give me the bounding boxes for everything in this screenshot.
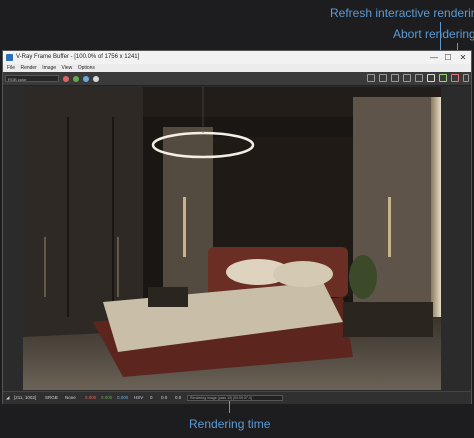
menu-bar: File Render Image View Options — [3, 64, 471, 72]
blue-channel-button[interactable] — [83, 76, 89, 82]
display-mode[interactable]: None — [65, 392, 76, 404]
menu-image[interactable]: Image — [42, 64, 56, 72]
vray-app-icon — [6, 54, 13, 61]
menu-render[interactable]: Render — [20, 64, 36, 72]
title-bar: V-Ray Frame Buffer - [100.0% of 1756 x 1… — [3, 51, 471, 64]
srgb-toggle[interactable]: SRGB — [45, 392, 58, 404]
menu-options[interactable]: Options — [78, 64, 95, 72]
close-button[interactable]: ✕ — [456, 51, 470, 64]
channel-select[interactable]: RGB color — [5, 75, 59, 82]
blue-value: 0.000 — [117, 395, 129, 400]
refresh-interactive-icon[interactable] — [439, 74, 447, 82]
vfb-window: V-Ray Frame Buffer - [100.0% of 1756 x 1… — [2, 50, 472, 404]
saturation-value: 0.0 — [161, 395, 168, 400]
mono-channel-button[interactable] — [93, 76, 99, 82]
compare-icon[interactable] — [403, 74, 411, 82]
pixel-coords: [211, 1002] — [14, 395, 37, 400]
toolbar: RGB color — [3, 72, 471, 86]
green-channel-button[interactable] — [73, 76, 79, 82]
hue-value: 0 — [150, 395, 153, 400]
render-time-leader-line — [229, 401, 230, 413]
green-value: 0.000 — [101, 395, 113, 400]
render-icon[interactable] — [427, 74, 435, 82]
render-time-callout: Rendering time — [189, 417, 271, 431]
pan-hand-icon[interactable] — [463, 74, 469, 82]
clear-image-icon[interactable] — [415, 74, 423, 82]
minimize-button[interactable]: — — [427, 51, 441, 64]
red-value: 0.000 — [85, 395, 97, 400]
cursor-icon: ◢ — [6, 395, 10, 400]
rendered-bedroom-image — [23, 87, 441, 390]
load-image-icon[interactable] — [379, 74, 387, 82]
render-progress-field: Rendering image (pass 10) [00:09:37.4] — [187, 395, 283, 401]
red-channel-button[interactable] — [63, 76, 69, 82]
window-title: V-Ray Frame Buffer - [100.0% of 1756 x 1… — [16, 54, 140, 60]
status-bar: ◢ [211, 1002] SRGB None 0.000 0.000 0.00… — [3, 391, 471, 404]
menu-file[interactable]: File — [7, 64, 15, 72]
refresh-callout: Refresh interactive rendering — [330, 6, 474, 20]
value-value: 0.0 — [175, 395, 182, 400]
color-model[interactable]: HSV — [134, 392, 143, 404]
maximize-button[interactable]: ☐ — [441, 51, 455, 64]
render-viewport[interactable] — [23, 87, 441, 390]
region-render-icon[interactable] — [391, 74, 399, 82]
abort-render-icon[interactable] — [451, 74, 459, 82]
render-time-text: Rendering image (pass 10) [00:09:37.4] — [190, 396, 252, 400]
save-image-icon[interactable] — [367, 74, 375, 82]
menu-view[interactable]: View — [62, 64, 73, 72]
abort-callout: Abort rendering — [393, 27, 474, 41]
